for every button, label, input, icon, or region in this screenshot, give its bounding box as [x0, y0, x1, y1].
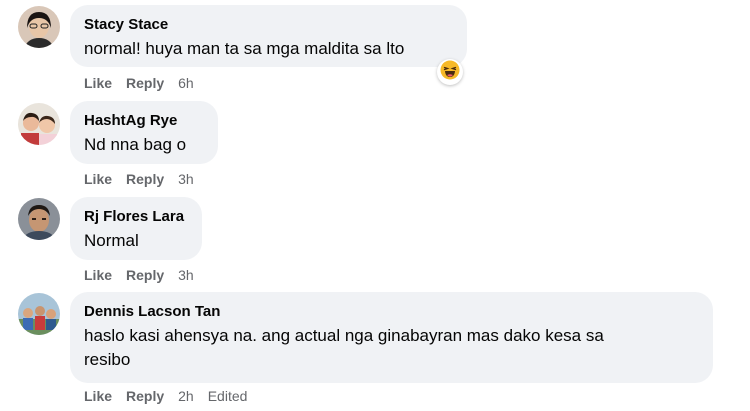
comment-actions: Like Reply 6h: [84, 74, 194, 92]
reply-link[interactable]: Reply: [126, 266, 164, 284]
comment-author[interactable]: Rj Flores Lara: [84, 207, 188, 227]
like-link[interactable]: Like: [84, 74, 112, 92]
comment-author[interactable]: Dennis Lacson Tan: [84, 302, 699, 322]
timestamp[interactable]: 3h: [178, 170, 194, 188]
comment-actions: Like Reply 3h: [84, 266, 194, 284]
comment-text: normal! huya man ta sa mga maldita sa lt…: [84, 39, 405, 58]
comment-text-line: haslo kasi ahensya na. ang actual nga gi…: [84, 326, 604, 345]
reply-link[interactable]: Reply: [126, 74, 164, 92]
like-link[interactable]: Like: [84, 170, 112, 188]
comment-bubble: Stacy Stace normal! huya man ta sa mga m…: [70, 5, 467, 67]
comment-text: haslo kasi ahensya na. ang actual nga gi…: [84, 324, 699, 372]
laughing-emoji-icon: [440, 60, 460, 85]
avatar[interactable]: [18, 293, 60, 335]
comment-text: Nd nna bag o: [84, 135, 187, 154]
comment-actions: Like Reply 3h: [84, 170, 194, 188]
like-link[interactable]: Like: [84, 266, 112, 284]
comment-bubble: HashtAg Rye Nd nna bag o: [70, 101, 218, 164]
comment-text: Normal: [84, 231, 139, 250]
reply-link[interactable]: Reply: [126, 387, 164, 405]
comment-author[interactable]: HashtAg Rye: [84, 111, 204, 131]
timestamp[interactable]: 3h: [178, 266, 194, 284]
comment-bubble: Rj Flores Lara Normal: [70, 197, 202, 260]
comment-actions: Like Reply 2h Edited: [84, 387, 247, 405]
avatar[interactable]: [18, 103, 60, 145]
comment-bubble: Dennis Lacson Tan haslo kasi ahensya na.…: [70, 292, 713, 383]
timestamp[interactable]: 6h: [178, 74, 194, 92]
comment-text-line: resibo: [84, 350, 131, 369]
like-link[interactable]: Like: [84, 387, 112, 405]
reaction-badge[interactable]: [437, 59, 463, 85]
edited-label[interactable]: Edited: [208, 387, 248, 405]
comment-author[interactable]: Stacy Stace: [84, 15, 453, 35]
avatar[interactable]: [18, 198, 60, 240]
avatar[interactable]: [18, 6, 60, 48]
reply-link[interactable]: Reply: [126, 170, 164, 188]
timestamp[interactable]: 2h: [178, 387, 194, 405]
